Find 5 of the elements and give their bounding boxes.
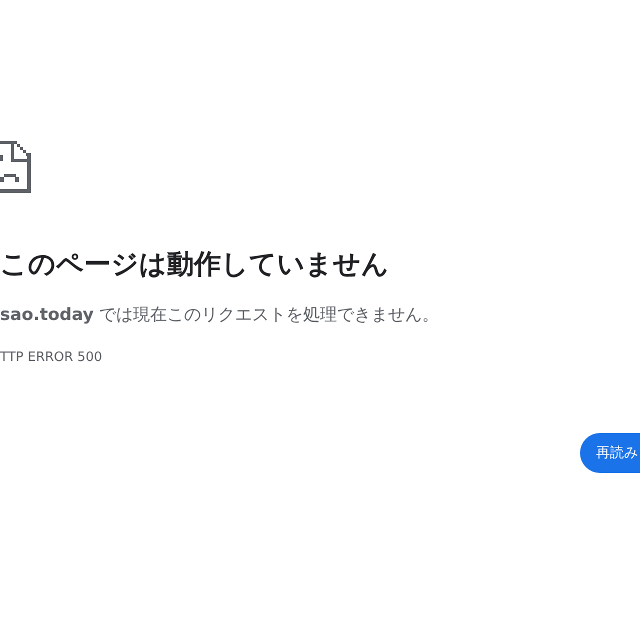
error-title: このページは動作していません [0,248,389,282]
reload-button[interactable]: 再読み [580,433,640,473]
error-message: sao.today では現在このリクエストを処理できません。 [0,304,440,327]
error-code: TTP ERROR 500 [0,349,102,367]
sad-document-icon [0,141,31,193]
